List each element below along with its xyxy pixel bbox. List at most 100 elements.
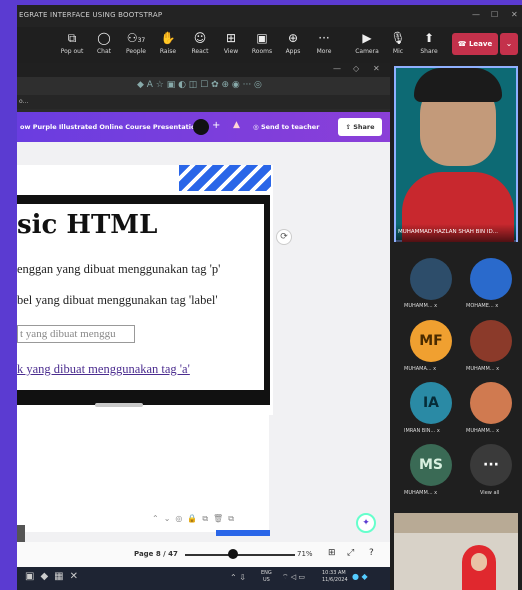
analytics-icon[interactable]: ▲ (233, 120, 240, 130)
smile-icon: ☺ (193, 31, 207, 45)
participant-name: MUHAMM... ⅹ (404, 303, 438, 309)
participant-video[interactable] (394, 513, 518, 590)
more-icon: ··· (318, 31, 330, 45)
view-all-button[interactable]: ··· (470, 444, 512, 486)
mic-muted-icon: ⅹ (434, 303, 438, 309)
more-button[interactable]: ··· More (307, 31, 341, 55)
view-button[interactable]: ⊞ View (214, 31, 248, 55)
camera-button[interactable]: ▶ Camera (350, 31, 384, 55)
participant-name: MUHAMM... ⅹ (466, 428, 500, 434)
popout-button[interactable]: ⧉ Pop out (55, 31, 89, 55)
browser-tab[interactable]: o... (19, 98, 28, 105)
network-icon[interactable]: ⌔ ◁ ▭ (282, 573, 305, 582)
view-all-label[interactable]: View all (480, 490, 499, 496)
participant-name: MUHAMM... ⅹ (404, 490, 438, 496)
mic-muted-icon: ⅹ (496, 366, 500, 372)
slide-actions-icons[interactable]: ⌃⌄◎🔒⧉🗑⧉ (152, 514, 239, 524)
send-to-teacher-button[interactable]: ◎ Send to teacher (253, 119, 333, 135)
slide-title: sic HTML (17, 210, 158, 240)
chevron-down-icon: ⌄ (505, 39, 513, 48)
refresh-icon[interactable]: ⟳ (276, 229, 292, 245)
people-icon: ⚇37 (126, 31, 146, 45)
grid-icon: ⊞ (225, 31, 237, 45)
zoom-level[interactable]: 71% (297, 550, 313, 558)
fullscreen-icon[interactable]: ⤢ (347, 548, 354, 558)
share-icon: ⬆ (423, 31, 435, 45)
browser-tab-row: o... (17, 95, 390, 109)
paragraph-example: enggan yang dibuat menggunakan tag 'p' (17, 262, 221, 276)
people-button[interactable]: ⚇37 People (119, 31, 153, 55)
notification-icon[interactable]: ● ◆ (352, 572, 368, 581)
avatar[interactable] (193, 119, 209, 135)
windows-taskbar: ▣◆▦✕ ⌃ ⇩ ENG US ⌔ ◁ ▭ 10:33 AM 11/6/2024 ●… (17, 567, 390, 590)
zoom-slider-thumb[interactable] (228, 549, 238, 559)
participant-tile[interactable] (470, 258, 512, 300)
apps-icon: ⊕ (287, 31, 299, 45)
close-icon[interactable]: ✕ (373, 64, 380, 73)
browser-titlebar: — ◇ ✕ (17, 63, 390, 77)
extension-icons[interactable]: ◆ A ☆ ▣ ◐ ◫ ☐ ✿ ⊕ ◉ ··· ◎ (137, 80, 262, 90)
maximize-icon[interactable]: ☐ (491, 10, 498, 19)
tray-chevron-icon[interactable]: ⌃ ⇩ (230, 573, 246, 582)
browser-toolbar: ◆ A ☆ ▣ ◐ ◫ ☐ ✿ ⊕ ◉ ··· ◎ (17, 77, 390, 95)
react-button[interactable]: ☺ React (183, 31, 217, 55)
slide-resize-handle[interactable] (95, 403, 143, 407)
mic-muted-icon: ⅹ (433, 366, 437, 372)
taskbar-app-icons[interactable]: ▣◆▦✕ (25, 571, 84, 582)
participant-tile[interactable] (470, 382, 512, 424)
participant-name: MUHAMA... ⅹ (404, 366, 437, 372)
presenter-name: MUHAMMAD HAZLAN SHAH BIN ID... (398, 229, 499, 235)
camera-icon: ▶ (362, 31, 372, 45)
close-icon[interactable]: ✕ (511, 10, 518, 19)
check-circle-icon: ◎ (253, 123, 261, 131)
participant-tile[interactable] (410, 258, 452, 300)
mic-muted-icon: ⅹ (495, 303, 499, 309)
magic-icon[interactable]: ✦ (356, 513, 376, 533)
participant-avatar-ia[interactable]: IA (410, 382, 452, 424)
chat-icon: ◯ (97, 31, 111, 45)
presenter-video[interactable] (394, 66, 518, 242)
mic-muted-icon: ⅹ (436, 428, 440, 434)
raise-hand-button[interactable]: ✋ Raise (151, 31, 185, 55)
leave-options-button[interactable]: ⌄ (500, 33, 518, 55)
input-example: t yang dibuat menggu (17, 325, 135, 343)
screenshot-root: EGRATE INTERFACE USING BOOTSTRAP — ☐ ✕ ⧉… (0, 0, 522, 590)
window-title: EGRATE INTERFACE USING BOOTSTRAP (19, 11, 163, 19)
minimize-icon[interactable]: — (333, 64, 341, 73)
popout-icon: ⧉ (67, 31, 77, 45)
thumbnail-strip (216, 530, 270, 536)
meeting-toolbar: ⧉ Pop out ◯ Chat ⚇37 People ✋ Raise ☺ React ⊞… (17, 27, 522, 63)
participant-tile[interactable] (470, 320, 512, 362)
participant-avatar-ms[interactable]: MS (410, 444, 452, 486)
plus-icon[interactable]: + (212, 120, 220, 131)
leave-button[interactable]: ☎ Leave (452, 33, 498, 55)
phone-icon: ☎ (457, 40, 469, 48)
apps-button[interactable]: ⊕ Apps (276, 31, 310, 55)
zoom-slider[interactable] (185, 554, 295, 556)
participant-name: IMRAN BIN... ⅹ (404, 428, 440, 434)
chat-button[interactable]: ◯ Chat (87, 31, 121, 55)
share-button[interactable]: ⬆ Share (412, 31, 446, 55)
help-icon[interactable]: ? (369, 548, 374, 558)
presentation-title[interactable]: ow Purple Illustrated Online Course Pres… (20, 123, 200, 131)
minimize-icon[interactable]: — (472, 10, 480, 19)
clock[interactable]: 10:33 AM 11/6/2024 (322, 570, 348, 584)
canva-share-button[interactable]: ⇪ Share (338, 118, 382, 136)
grid-view-icon[interactable]: ⊞ (328, 548, 336, 558)
window-titlebar: EGRATE INTERFACE USING BOOTSTRAP — ☐ ✕ (17, 5, 522, 27)
page-indicator[interactable]: Page 8 / 47 (134, 550, 178, 558)
participant-name: MOHAME... ⅹ (466, 303, 499, 309)
presenter-hair (414, 68, 502, 102)
participant-name: MUHAMM... ⅹ (466, 366, 500, 372)
rooms-button[interactable]: ▣ Rooms (245, 31, 279, 55)
label-example: bel yang dibuat menggunakan tag 'label' (17, 293, 218, 307)
mic-icon: 🎙 (390, 31, 406, 45)
decorative-stripes (179, 165, 271, 191)
language-indicator[interactable]: ENG US (261, 570, 272, 584)
maximize-icon[interactable]: ◇ (353, 64, 359, 73)
participant-avatar-mf[interactable]: MF (410, 320, 452, 362)
mic-muted-icon: ⅹ (434, 490, 438, 496)
participant-face (471, 553, 487, 571)
mic-button[interactable]: 🎙 Mic (381, 31, 415, 55)
mic-muted-icon: ⅹ (496, 428, 500, 434)
